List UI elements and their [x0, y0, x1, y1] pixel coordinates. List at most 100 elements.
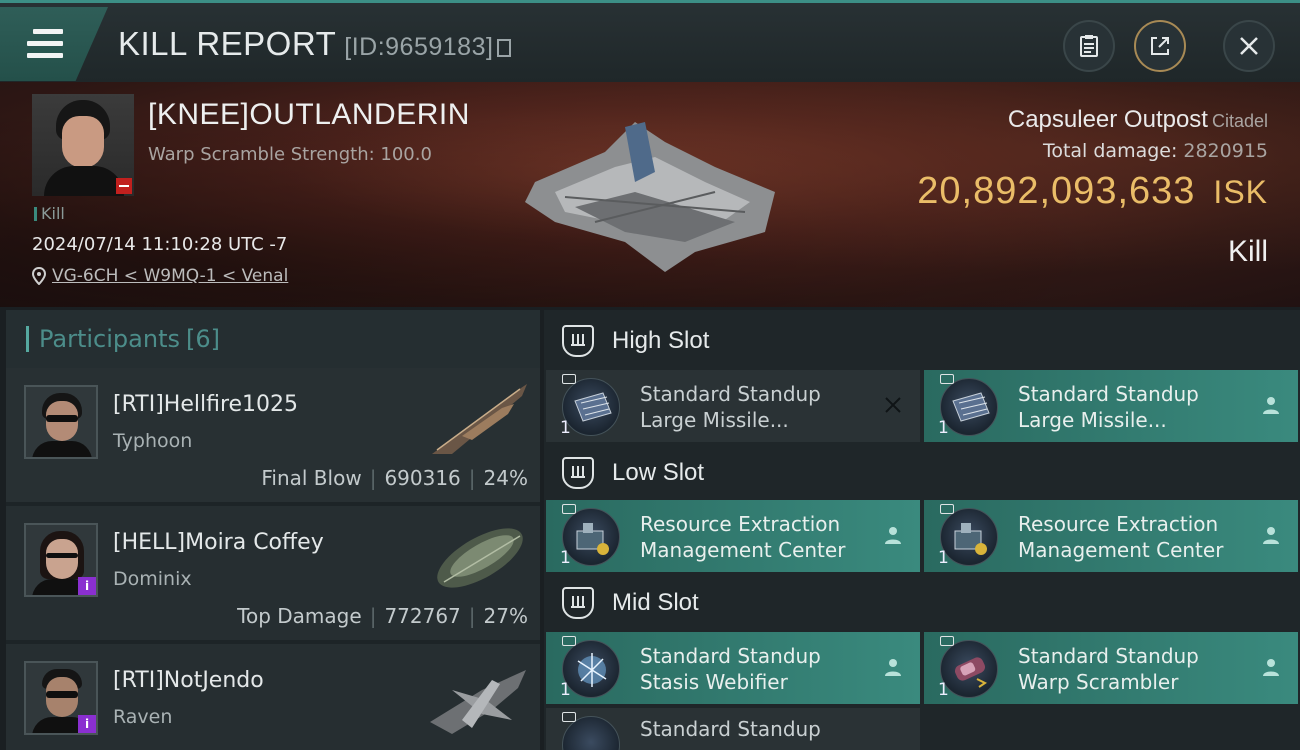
module-name: Standard Standup Stasis Webifier	[640, 644, 821, 694]
module-name: Resource Extraction Management Center	[1018, 512, 1224, 562]
location-link[interactable]: VG-6CH < W9MQ-1 < Venal	[52, 266, 288, 286]
participant-percent: 24%	[483, 466, 528, 490]
high-slot-label: High Slot	[612, 327, 710, 354]
kill-tag: Kill	[34, 204, 65, 223]
module-meta-icon	[562, 712, 576, 722]
module-quantity: 1	[560, 418, 571, 438]
destroyed-icon	[885, 397, 901, 413]
structure-image[interactable]	[515, 112, 785, 282]
module-quantity: 1	[938, 418, 949, 438]
report-type: Kill	[1227, 235, 1268, 268]
title-text: KILL REPORT	[118, 25, 337, 62]
ship-image	[430, 670, 526, 734]
participant-row[interactable]: i [HELL]Moira Coffey Dominix Top Damage |…	[6, 506, 540, 640]
mid-slot-label: Mid Slot	[612, 589, 699, 616]
export-button[interactable]	[1134, 20, 1186, 72]
total-damage-value: 2820915	[1183, 140, 1268, 162]
participant-stats: Final Blow | 690316 | 24%	[261, 466, 528, 490]
copy-icon[interactable]	[497, 39, 512, 57]
victim-name[interactable]: [KNEE]OUTLANDERIN	[148, 98, 470, 132]
participant-ship: Dominix	[113, 568, 192, 590]
kill-datetime: 2024/07/14 11:10:28 UTC -7	[32, 234, 288, 255]
module-item[interactable]: 1 Standard Standup Warp Scrambler	[924, 632, 1298, 704]
info-badge-icon[interactable]: i	[78, 577, 96, 595]
module-item[interactable]: 1 Resource Extraction Management Center	[546, 500, 920, 572]
participant-avatar[interactable]: i	[24, 661, 98, 735]
dropped-person-icon	[885, 659, 901, 676]
module-item[interactable]: 1 Standard Standup Large Missile...	[924, 370, 1298, 442]
participants-panel: Participants [6] [RTI]Hellfire1025 Typhoo…	[6, 310, 540, 750]
victim-structure[interactable]: Capsuleer Outpost Citadel	[917, 106, 1268, 134]
participant-role: Final Blow	[261, 466, 362, 490]
module-item[interactable]: Standard Standup	[546, 708, 920, 750]
module-quantity: 1	[938, 680, 949, 700]
participant-row[interactable]: i [RTI]NotJendo Raven	[6, 644, 540, 750]
participant-row[interactable]: [RTI]Hellfire1025 Typhoon Final Blow | 690…	[6, 368, 540, 502]
victim-subtitle: Warp Scramble Strength: 100.0	[148, 144, 432, 165]
divider: |	[369, 466, 377, 490]
module-name: Resource Extraction Management Center	[640, 512, 846, 562]
menu-button[interactable]	[0, 7, 108, 81]
participant-avatar[interactable]: i	[24, 523, 98, 597]
dropped-person-icon	[1263, 659, 1279, 676]
low-slot-label: Low Slot	[612, 459, 705, 486]
participant-role: Top Damage	[237, 604, 362, 628]
info-badge-icon[interactable]: i	[78, 715, 96, 733]
high-slot-header: High Slot	[544, 312, 1300, 370]
divider: |	[369, 604, 377, 628]
module-quantity: 1	[560, 680, 571, 700]
victim-avatar[interactable]	[32, 94, 134, 196]
low-slot-icon	[562, 457, 594, 489]
divider: |	[468, 604, 476, 628]
fitting-panel: High Slot 1 Standard Standup Large Missi…	[544, 310, 1300, 750]
module-name: Standard Standup	[640, 717, 821, 741]
structure-name: Capsuleer Outpost	[1007, 106, 1208, 133]
isk-amount: 20,892,093,633	[917, 170, 1196, 212]
ship-image	[432, 384, 527, 454]
clipboard-icon	[1080, 35, 1098, 57]
module-item[interactable]: 1 Standard Standup Stasis Webifier	[546, 632, 920, 704]
participants-label: Participants	[39, 325, 180, 353]
module-meta-icon	[562, 374, 576, 384]
clipboard-button[interactable]	[1063, 20, 1115, 72]
participant-stats: Top Damage | 772767 | 27%	[237, 604, 528, 628]
module-item[interactable]: 1 Resource Extraction Management Center	[924, 500, 1298, 572]
export-icon	[1151, 37, 1169, 55]
module-item[interactable]: 1 Standard Standup Large Missile...	[546, 370, 920, 442]
total-damage: Total damage: 2820915	[917, 140, 1268, 162]
kill-summary: Capsuleer Outpost Citadel Total damage: 28…	[917, 106, 1268, 269]
participant-damage: 772767	[384, 604, 461, 628]
header-bar: KILL REPORT [ID:9659183]	[0, 0, 1300, 82]
participant-name[interactable]: [HELL]Moira Coffey	[113, 530, 324, 555]
mid-slot-header: Mid Slot	[544, 574, 1300, 632]
report-id: [ID:9659183]	[344, 33, 494, 61]
participant-name[interactable]: [RTI]NotJendo	[113, 668, 264, 693]
isk-value: 20,892,093,633 ISK	[917, 170, 1268, 213]
standing-badge-icon	[116, 178, 132, 194]
participant-name[interactable]: [RTI]Hellfire1025	[113, 392, 298, 417]
participant-damage: 690316	[384, 466, 461, 490]
module-meta-icon	[940, 504, 954, 514]
participant-avatar[interactable]	[24, 385, 98, 459]
location-pin-icon	[32, 267, 46, 285]
participant-ship: Typhoon	[113, 430, 193, 452]
mid-slot-icon	[562, 587, 594, 619]
close-icon	[1240, 37, 1258, 55]
module-meta-icon	[940, 636, 954, 646]
close-button[interactable]	[1223, 20, 1275, 72]
participants-count: [6]	[185, 325, 220, 353]
divider: |	[468, 466, 476, 490]
participants-header: Participants [6]	[6, 310, 540, 368]
structure-class: Citadel	[1211, 111, 1268, 131]
dropped-person-icon	[1263, 397, 1279, 414]
kill-location[interactable]: VG-6CH < W9MQ-1 < Venal	[32, 266, 288, 286]
module-name: Standard Standup Large Missile...	[1018, 382, 1199, 432]
module-meta-icon	[562, 636, 576, 646]
module-quantity: 1	[560, 548, 571, 568]
low-slot-header: Low Slot	[544, 444, 1300, 502]
isk-unit: ISK	[1213, 174, 1268, 210]
dropped-person-icon	[885, 527, 901, 544]
participant-ship: Raven	[113, 706, 173, 728]
module-name: Standard Standup Warp Scrambler	[1018, 644, 1199, 694]
module-name: Standard Standup Large Missile...	[640, 382, 821, 432]
